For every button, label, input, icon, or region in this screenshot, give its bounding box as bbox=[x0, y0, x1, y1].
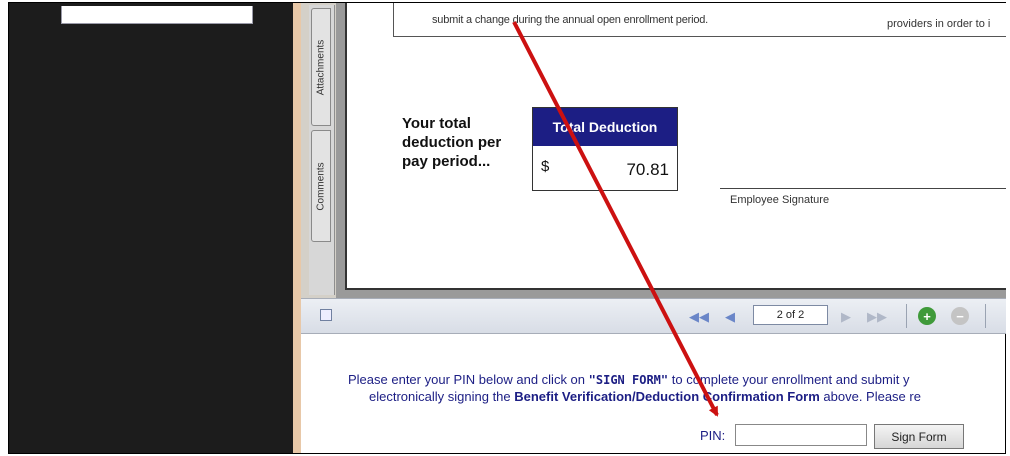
tab-attachments-label: Attachments bbox=[315, 39, 327, 95]
currency-symbol: $ bbox=[541, 158, 550, 175]
form-name-emphasis: Benefit Verification/Deduction Confirmat… bbox=[514, 389, 820, 404]
left-panel bbox=[9, 3, 293, 453]
signature-line bbox=[720, 188, 1006, 189]
panel-splitter[interactable] bbox=[293, 3, 301, 453]
tab-comments-label: Comments bbox=[315, 161, 327, 211]
next-page-icon[interactable]: ▶ bbox=[838, 309, 854, 325]
page-thumbnail-icon[interactable] bbox=[320, 309, 332, 321]
toolbar-separator bbox=[906, 304, 907, 328]
tab-comments[interactable]: Comments bbox=[311, 130, 331, 242]
tab-attachments[interactable]: Attachments bbox=[311, 8, 331, 126]
toolbar-separator bbox=[985, 304, 986, 328]
providers-note-text: providers in order to i bbox=[887, 18, 991, 30]
instructions-text: electronically signing the bbox=[369, 389, 515, 404]
instructions-text: above. Please re bbox=[819, 389, 921, 404]
sign-form-emphasis: "SIGN FORM" bbox=[588, 373, 669, 387]
page-navigation-toolbar bbox=[301, 298, 1006, 334]
pin-label: PIN: bbox=[700, 428, 726, 443]
instructions-line-1: Please enter your PIN below and click on… bbox=[348, 372, 909, 388]
instructions-text: Please enter your PIN below and click on bbox=[348, 372, 589, 387]
page-number-field[interactable]: 2 of 2 bbox=[753, 305, 828, 325]
first-page-icon[interactable]: ◀◀ bbox=[689, 309, 709, 325]
zoom-in-icon[interactable]: + bbox=[918, 307, 936, 325]
employee-signature-label: Employee Signature bbox=[730, 194, 830, 206]
total-deduction-value: $ 70.81 bbox=[533, 146, 677, 191]
sign-form-button[interactable]: Sign Form bbox=[874, 424, 964, 449]
total-deduction-box: Total Deduction $ 70.81 bbox=[532, 107, 678, 191]
total-deduction-label: Your total deduction per pay period... bbox=[402, 115, 502, 170]
instructions-text: to complete your enrollment and submit y bbox=[668, 372, 910, 387]
instructions-line-2: electronically signing the Benefit Verif… bbox=[369, 389, 921, 405]
left-panel-tab[interactable] bbox=[61, 6, 253, 24]
zoom-out-icon[interactable]: − bbox=[951, 307, 969, 325]
prev-page-icon[interactable]: ◀ bbox=[722, 309, 738, 325]
total-deduction-header: Total Deduction bbox=[533, 108, 677, 146]
last-page-icon[interactable]: ▶▶ bbox=[867, 309, 887, 325]
pin-input[interactable] bbox=[735, 424, 867, 446]
total-deduction-amount: 70.81 bbox=[626, 160, 669, 179]
enrollment-note-text: submit a change during the annual open e… bbox=[432, 14, 709, 26]
